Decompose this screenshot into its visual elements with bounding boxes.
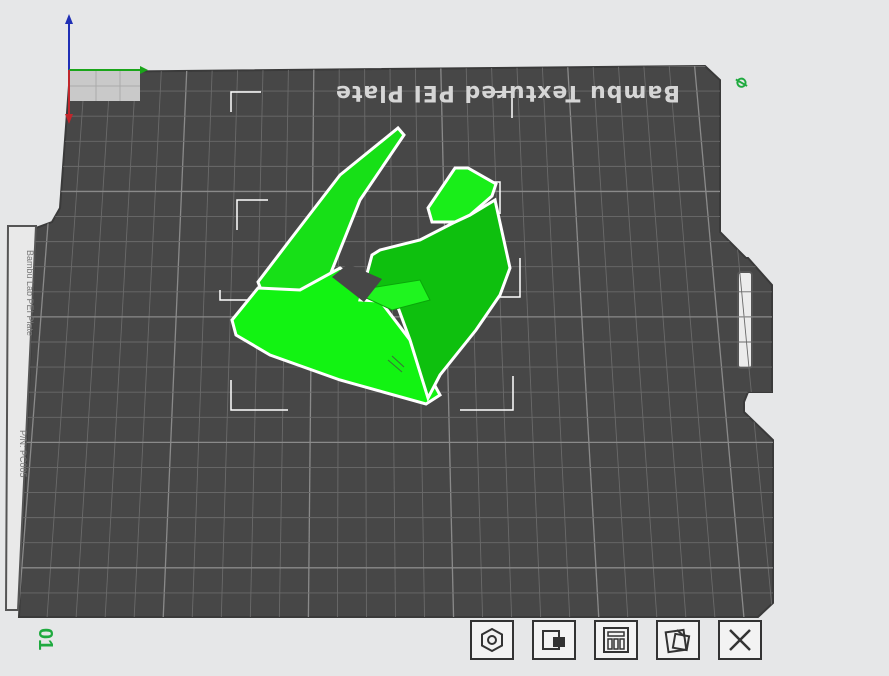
settings-icon xyxy=(664,628,691,654)
strip-text-top: Bambu Lab PEI Plate xyxy=(25,250,35,337)
strip-text-bottom: P/N: PC005 xyxy=(18,430,28,478)
close-icon xyxy=(729,629,751,651)
plate-settings-button[interactable] xyxy=(656,620,700,660)
arrange-button[interactable] xyxy=(594,620,638,660)
delete-plate-button[interactable] xyxy=(718,620,762,660)
origin-corner xyxy=(70,69,140,101)
plate-handle xyxy=(737,271,753,369)
orient-icon xyxy=(481,627,503,653)
arrange-icon xyxy=(603,627,629,653)
lock-icon xyxy=(542,630,565,650)
plate-toolbar xyxy=(470,620,762,664)
auto-orient-button[interactable] xyxy=(470,620,514,660)
lock-plate-button[interactable] xyxy=(532,620,576,660)
plate-number: 01 xyxy=(34,628,56,651)
plate-name-text: Bambu Textured PEI Plate xyxy=(334,80,680,105)
